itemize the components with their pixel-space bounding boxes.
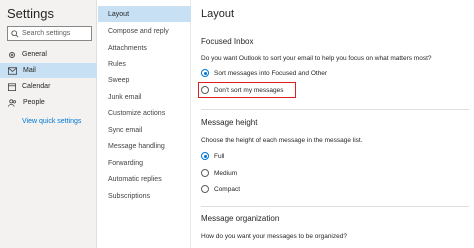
- nav-item-people[interactable]: People: [0, 95, 97, 110]
- nav-label: General: [22, 51, 47, 58]
- menu-item-message-handling[interactable]: Message handling: [98, 138, 191, 154]
- menu-item-sync-email[interactable]: Sync email: [98, 122, 191, 138]
- focused-inbox-heading: Focused Inbox: [201, 37, 254, 46]
- radio-button[interactable]: [201, 185, 209, 193]
- radio-button[interactable]: [201, 169, 209, 177]
- focused-inbox-question: Do you want Outlook to sort your email t…: [201, 55, 432, 62]
- settings-sidebar: Settings Search settings General Mail Ca…: [0, 0, 97, 248]
- radio-label: Full: [214, 152, 225, 160]
- message-height-heading: Message height: [201, 118, 258, 127]
- nav-label: Mail: [23, 67, 36, 74]
- radio-label: Compact: [214, 185, 241, 193]
- search-icon: [11, 29, 19, 38]
- nav-item-general[interactable]: General: [0, 47, 97, 62]
- radio-button-checked[interactable]: [201, 69, 209, 77]
- message-organization-question: How do you want your messages to be orga…: [201, 233, 347, 240]
- people-icon: [8, 98, 17, 107]
- view-quick-settings-link[interactable]: View quick settings: [22, 118, 81, 125]
- settings-title: Settings: [7, 6, 54, 21]
- radio-label: Sort messages into Focused and Other: [214, 69, 328, 77]
- menu-item-attachments[interactable]: Attachments: [98, 40, 191, 56]
- divider: [201, 206, 469, 207]
- mail-settings-menu: Layout Compose and reply Attachments Rul…: [98, 0, 191, 248]
- nav-item-calendar[interactable]: Calendar: [0, 79, 97, 94]
- radio-compact[interactable]: Compact: [201, 185, 240, 193]
- menu-item-rules[interactable]: Rules: [98, 56, 191, 72]
- radio-label: Medium: [214, 169, 238, 177]
- search-placeholder: Search settings: [22, 30, 71, 37]
- gear-icon: [9, 51, 15, 58]
- nav-label: Calendar: [22, 83, 51, 90]
- search-input[interactable]: Search settings: [7, 26, 92, 41]
- calendar-icon: [8, 82, 16, 91]
- menu-item-compose-reply[interactable]: Compose and reply: [98, 23, 191, 39]
- menu-item-customize-actions[interactable]: Customize actions: [98, 105, 191, 121]
- menu-item-subscriptions[interactable]: Subscriptions: [98, 188, 191, 204]
- page-title: Layout: [201, 8, 235, 20]
- message-height-question: Choose the height of each message in the…: [201, 137, 363, 144]
- radio-sort-focused-other[interactable]: Sort messages into Focused and Other: [201, 69, 327, 77]
- menu-item-forwarding[interactable]: Forwarding: [98, 155, 191, 171]
- mail-icon: [8, 66, 17, 75]
- radio-button-checked[interactable]: [201, 152, 209, 160]
- layout-settings-pane: Layout Focused Inbox Do you want Outlook…: [192, 0, 474, 248]
- menu-item-sweep[interactable]: Sweep: [98, 72, 191, 88]
- message-organization-heading: Message organization: [201, 214, 280, 223]
- menu-item-automatic-replies[interactable]: Automatic replies: [98, 171, 191, 187]
- nav-item-mail[interactable]: Mail: [0, 63, 97, 78]
- radio-medium[interactable]: Medium: [201, 169, 237, 177]
- radio-full[interactable]: Full: [201, 152, 224, 160]
- menu-item-junk-email[interactable]: Junk email: [98, 89, 191, 105]
- divider: [201, 109, 469, 110]
- nav-label: People: [23, 99, 45, 106]
- menu-item-layout[interactable]: Layout: [98, 6, 191, 22]
- highlight-box: [198, 82, 296, 98]
